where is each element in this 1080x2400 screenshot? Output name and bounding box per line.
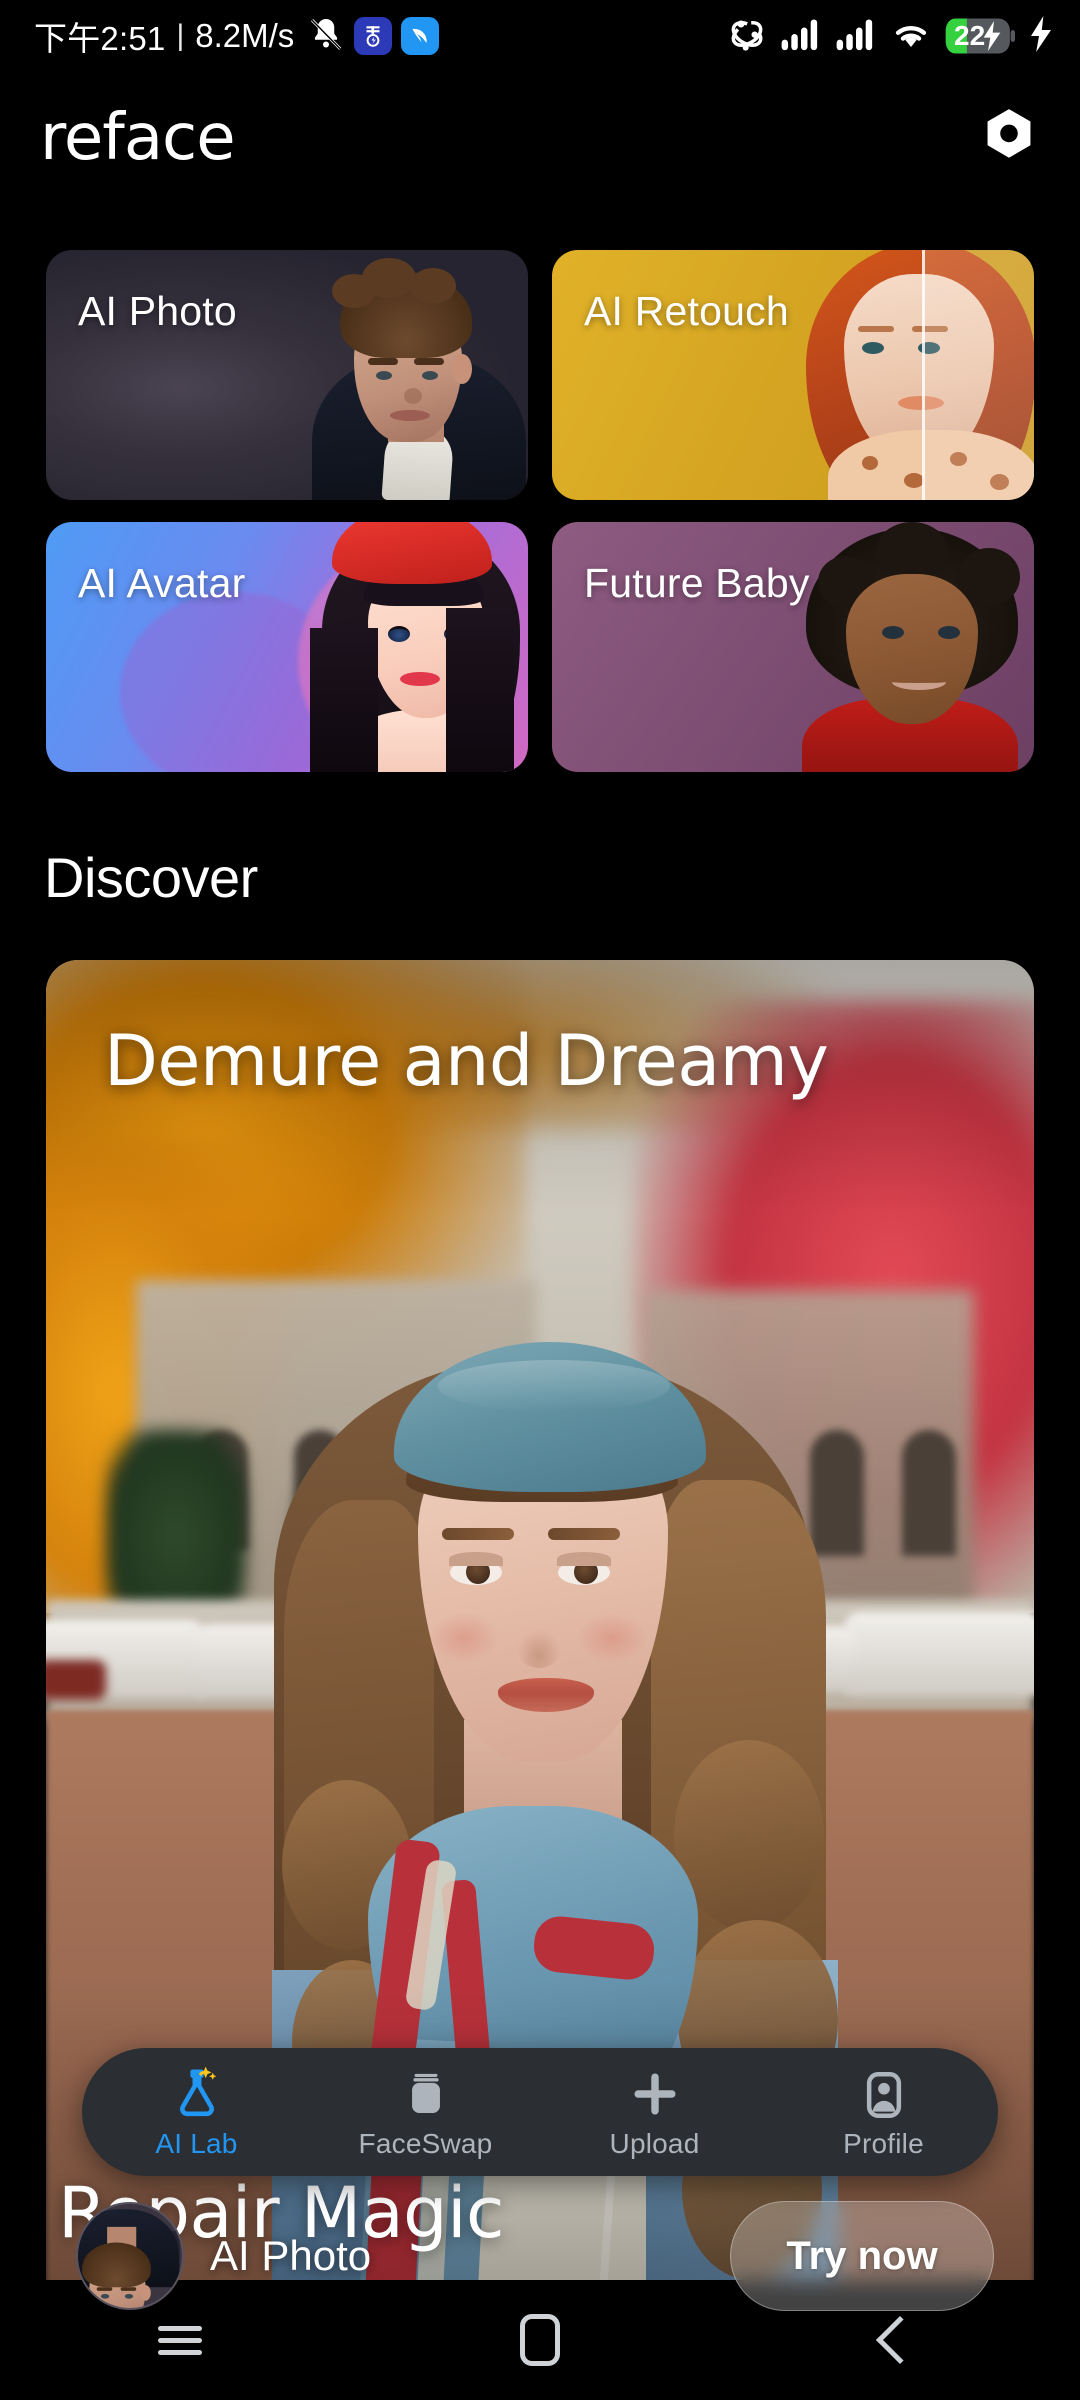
atom-vpn-icon	[727, 14, 767, 59]
try-now-button[interactable]: Try now	[730, 2201, 994, 2311]
feature-card-future-baby[interactable]: Future Baby	[552, 522, 1034, 772]
app-blue-icon	[401, 17, 440, 55]
status-bar: 下午2:51 | 8.2M/s 22	[0, 0, 1080, 72]
status-separator: |	[176, 19, 185, 52]
plus-icon	[627, 2064, 683, 2122]
charging-bolt-icon	[1028, 15, 1054, 57]
nav-label: AI Lab	[155, 2128, 238, 2159]
battery-icon: 22	[945, 17, 1015, 55]
signal-bars-2-icon	[835, 16, 877, 57]
feature-card-label: AI Avatar	[78, 560, 246, 606]
hero-avatar-thumbnail[interactable]	[76, 2202, 184, 2310]
bottom-navigation-bar: AI Lab FaceSwap Upload Profile	[82, 2048, 998, 2176]
nav-item-ai-lab[interactable]: AI Lab	[97, 2064, 297, 2160]
feature-card-ai-retouch[interactable]: AI Retouch	[552, 250, 1034, 500]
feature-card-label: AI Retouch	[584, 288, 789, 334]
status-bar-left: 下午2:51 | 8.2M/s	[34, 12, 440, 60]
wifi-icon	[890, 17, 932, 56]
app-header: reface	[0, 72, 1080, 204]
nav-label: Upload	[609, 2128, 700, 2159]
discover-section-title: Discover	[44, 846, 258, 909]
person-square-icon	[857, 2064, 911, 2122]
nav-item-upload[interactable]: Upload	[555, 2064, 755, 2160]
phone-screen: 下午2:51 | 8.2M/s 22 reface AI Photo AI Re…	[0, 0, 1080, 2400]
nav-item-profile[interactable]: Profile	[784, 2064, 984, 2160]
status-bar-right: 22	[727, 14, 1054, 59]
app-brand-logo: reface	[40, 101, 236, 175]
nav-label: FaceSwap	[358, 2128, 493, 2159]
flask-sparkle-icon	[168, 2064, 226, 2122]
feature-card-label: Future Baby	[584, 560, 810, 606]
signal-bars-1-icon	[780, 16, 822, 57]
hero-footer: AI Photo Try now	[46, 2194, 1034, 2318]
clock: 下午2:51	[34, 20, 166, 57]
network-speed: 8.2M/s	[195, 17, 295, 54]
feature-card-grid: AI Photo AI Retouch AI Avatar Future Bab…	[0, 250, 1080, 772]
hexagon-nut-icon[interactable]	[978, 105, 1040, 172]
app-badge-icon	[354, 17, 393, 55]
jar-canister-icon	[399, 2064, 453, 2122]
feature-card-label: AI Photo	[78, 288, 237, 334]
hero-tool-label: AI Photo	[210, 2232, 372, 2279]
bell-muted-icon	[307, 15, 345, 58]
feature-card-ai-photo[interactable]: AI Photo	[46, 250, 528, 500]
hamburger-icon	[158, 2319, 202, 2362]
hero-title: Demure and Dreamy	[104, 1020, 829, 1102]
feature-card-ai-avatar[interactable]: AI Avatar	[46, 522, 528, 772]
home-square-icon	[520, 2314, 560, 2366]
nav-label: Profile	[843, 2128, 924, 2159]
nav-item-faceswap[interactable]: FaceSwap	[326, 2064, 526, 2160]
back-chevron-icon	[875, 2315, 925, 2365]
